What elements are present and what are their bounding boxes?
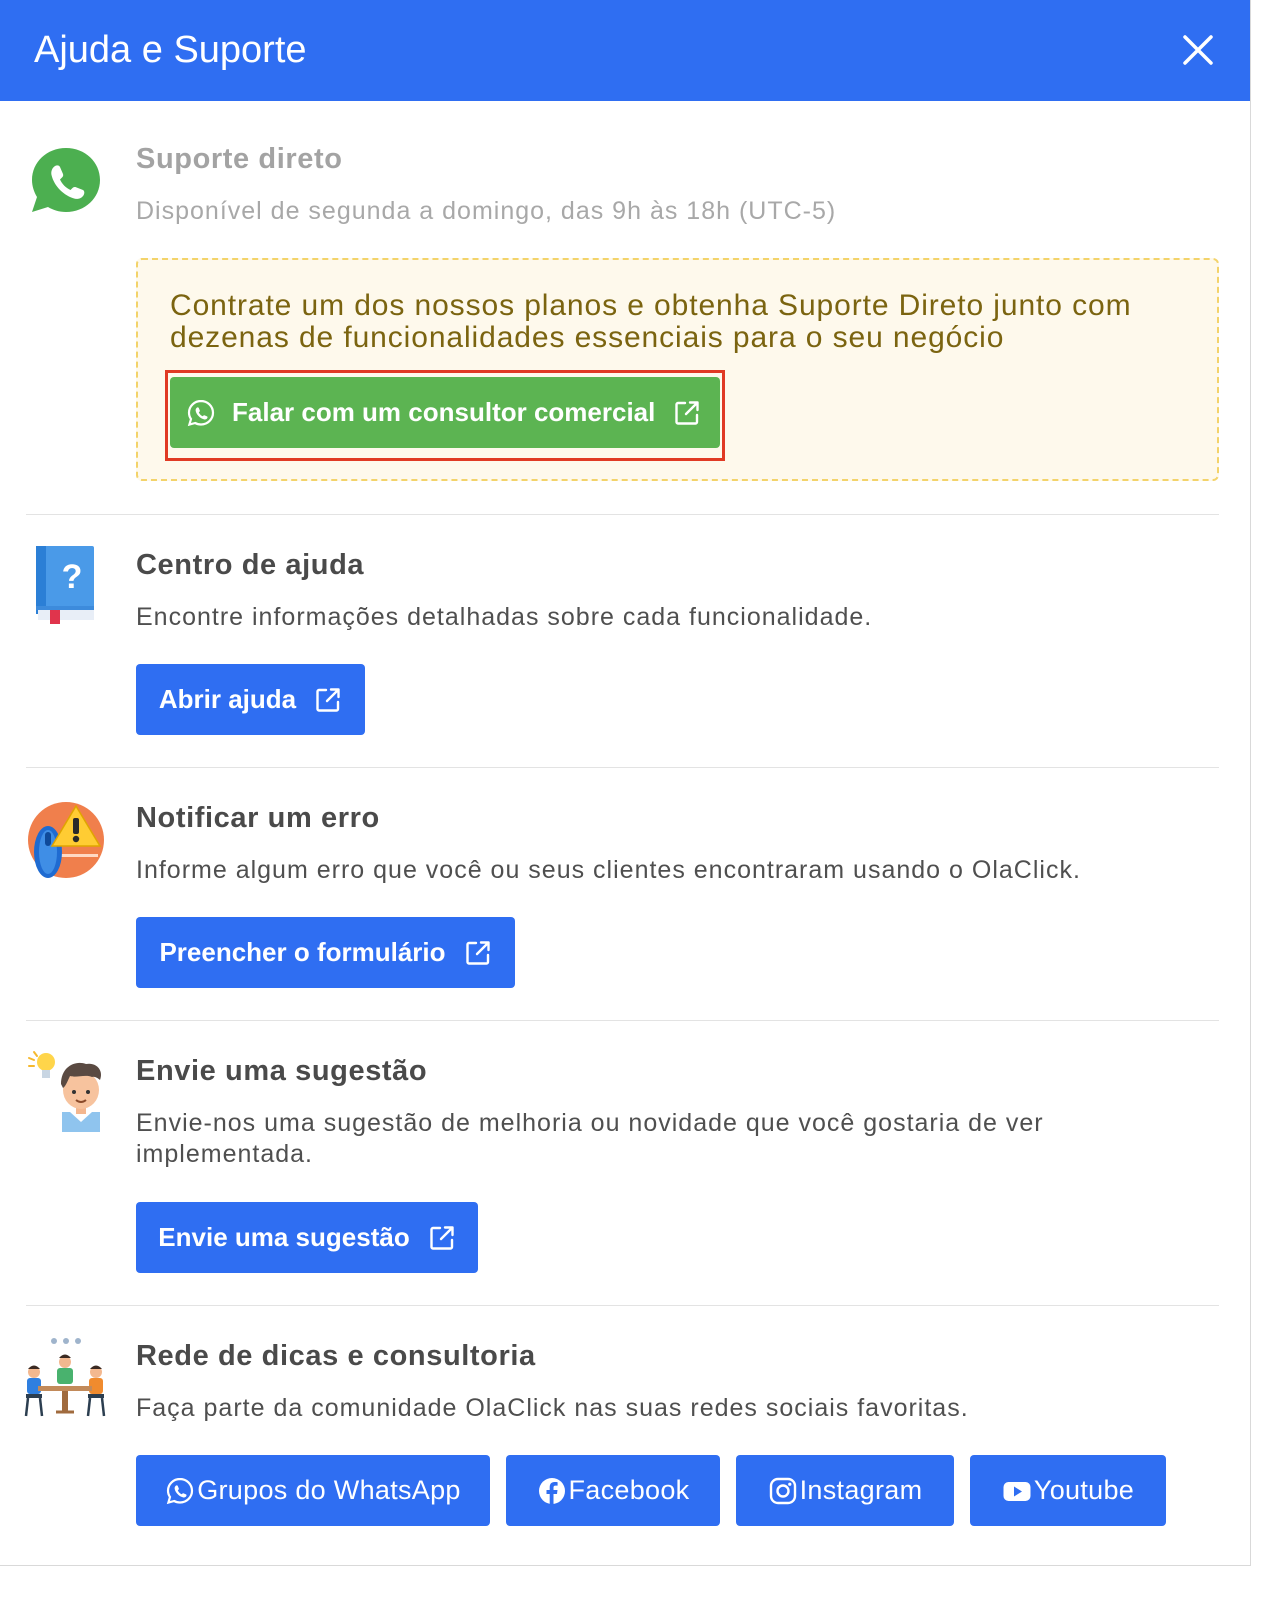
direct-support-section: Suporte direto Disponível de segunda a d… <box>0 0 1250 514</box>
instagram-label: Instagram <box>799 1475 923 1505</box>
help-center-description: Encontre informações detalhadas sobre ca… <box>136 603 873 631</box>
fill-form-button[interactable]: Preencher o formulário <box>136 917 515 988</box>
send-suggestion-label: Envie uma sugestão <box>158 1222 410 1252</box>
section-divider <box>26 514 1219 515</box>
youtube-label: Youtube <box>1033 1475 1135 1505</box>
community-description: Faça parte da comunidade OlaClick nas su… <box>136 1394 969 1422</box>
help-support-modal: Ajuda e Suporte Suporte direto Disponíve… <box>0 0 1251 1566</box>
svg-text:?: ? <box>62 558 83 596</box>
direct-support-description: Disponível de segunda a domingo, das 9h … <box>136 197 837 225</box>
external-link-icon <box>673 399 701 427</box>
external-link-icon <box>314 686 342 714</box>
talk-to-sales-button[interactable]: Falar com um consultor comercial <box>170 377 720 448</box>
open-help-button[interactable]: Abrir ajuda <box>136 664 365 735</box>
section-divider <box>26 1020 1219 1021</box>
whatsapp-groups-label: Grupos do WhatsApp <box>197 1475 461 1505</box>
whatsapp-groups-button[interactable]: Grupos do WhatsApp <box>136 1455 490 1526</box>
community-meeting-icon <box>24 1336 106 1417</box>
error-alert-icon <box>26 800 106 880</box>
whatsapp-logo-icon <box>26 140 106 220</box>
help-center-title: Centro de ajuda <box>136 549 365 581</box>
community-title: Rede de dicas e consultoria <box>136 1340 536 1372</box>
suggestion-description: Envie-nos uma sugestão de melhoria ou no… <box>136 1109 1044 1168</box>
facebook-label: Facebook <box>568 1475 690 1505</box>
external-link-icon <box>464 939 492 967</box>
fill-form-label: Preencher o formulário <box>159 937 446 967</box>
youtube-button[interactable]: Youtube <box>970 1455 1166 1526</box>
whatsapp-icon <box>186 398 216 428</box>
whatsapp-icon <box>165 1476 195 1506</box>
help-book-icon: ? <box>32 544 98 626</box>
facebook-button[interactable]: Facebook <box>506 1455 720 1526</box>
report-error-title: Notificar um erro <box>136 802 380 834</box>
talk-to-sales-label: Falar com um consultor comercial <box>232 397 656 427</box>
report-error-description: Informe algum erro que você ou seus clie… <box>136 856 1081 884</box>
section-divider <box>26 767 1219 768</box>
idea-person-icon <box>26 1050 106 1132</box>
open-help-label: Abrir ajuda <box>158 684 297 714</box>
direct-support-title: Suporte direto <box>136 143 343 175</box>
external-link-icon <box>428 1224 456 1252</box>
suggestion-title: Envie uma sugestão <box>136 1055 428 1087</box>
send-suggestion-button[interactable]: Envie uma sugestão <box>136 1202 478 1273</box>
facebook-icon <box>537 1476 567 1506</box>
youtube-icon <box>1002 1476 1032 1506</box>
instagram-button[interactable]: Instagram <box>736 1455 954 1526</box>
instagram-icon <box>768 1476 798 1506</box>
section-divider <box>26 1305 1219 1306</box>
promo-text: Contrate um dos nossos planos e obtenha … <box>170 289 1132 354</box>
